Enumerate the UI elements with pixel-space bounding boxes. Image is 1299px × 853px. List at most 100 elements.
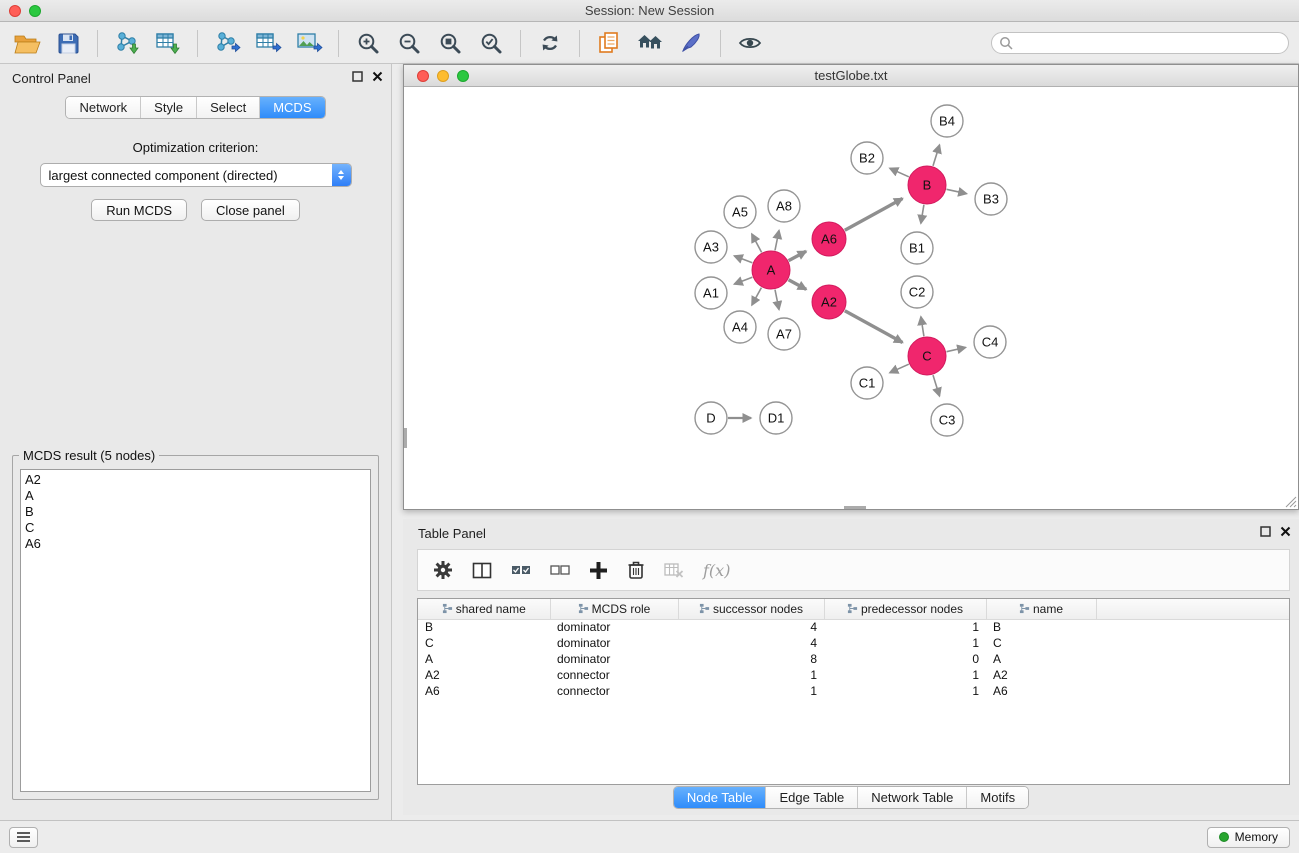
delete-column-button trash-icon[interactable] bbox=[627, 560, 645, 580]
resize-grip[interactable] bbox=[1285, 496, 1297, 508]
vertical-scroll-thumb[interactable] bbox=[404, 428, 407, 448]
graph-edge-A-A1[interactable] bbox=[734, 277, 752, 284]
network-canvas[interactable]: ABCA2A6A1A3A4A5A7A8B1B2B3B4C1C2C3C4DD1 bbox=[404, 88, 1298, 509]
table-tab-network-table[interactable]: Network Table bbox=[857, 787, 966, 808]
graph-edge-A2-C[interactable] bbox=[845, 311, 903, 343]
table-row-c[interactable]: Cdominator41C bbox=[418, 635, 1289, 651]
graph-node-C1[interactable]: C1 bbox=[851, 367, 883, 399]
table-cell[interactable]: 1 bbox=[824, 667, 986, 683]
table-row-a6[interactable]: A6connector11A6 bbox=[418, 683, 1289, 699]
export-network-button[interactable] bbox=[210, 27, 244, 59]
graph-node-A1[interactable]: A1 bbox=[695, 277, 727, 309]
table-cell[interactable]: 0 bbox=[824, 651, 986, 667]
table-cell[interactable]: A6 bbox=[418, 683, 550, 699]
graph-node-A[interactable]: A bbox=[752, 251, 790, 289]
table-cell[interactable]: dominator bbox=[550, 635, 678, 651]
home-button[interactable] bbox=[633, 27, 667, 59]
table-row-a2[interactable]: A2connector11A2 bbox=[418, 667, 1289, 683]
graph-node-D1[interactable]: D1 bbox=[760, 402, 792, 434]
annotation-pen-button[interactable] bbox=[674, 27, 708, 59]
graph-node-A5[interactable]: A5 bbox=[724, 196, 756, 228]
show-columns-button columns-icon[interactable] bbox=[472, 561, 492, 580]
graph-edge-A-A6[interactable] bbox=[789, 251, 807, 260]
graph-edge-A-A8[interactable] bbox=[775, 231, 779, 251]
graph-edge-A-A4[interactable] bbox=[752, 288, 762, 305]
graph-node-A3[interactable]: A3 bbox=[695, 231, 727, 263]
table-cell[interactable]: connector bbox=[550, 683, 678, 699]
table-cell[interactable]: A2 bbox=[986, 667, 1096, 683]
graph-node-A7[interactable]: A7 bbox=[768, 318, 800, 350]
graph-node-A4[interactable]: A4 bbox=[724, 311, 756, 343]
table-row-b[interactable]: Bdominator41B bbox=[418, 619, 1289, 635]
table-cell[interactable]: 1 bbox=[678, 667, 824, 683]
column-header-name[interactable]: name bbox=[986, 599, 1096, 619]
network-graph[interactable]: ABCA2A6A1A3A4A5A7A8B1B2B3B4C1C2C3C4DD1 bbox=[404, 88, 1298, 510]
column-header-predecessor-nodes[interactable]: predecessor nodes bbox=[824, 599, 986, 619]
memory-button[interactable]: Memory bbox=[1207, 827, 1290, 848]
table-cell[interactable]: dominator bbox=[550, 651, 678, 667]
table-cell[interactable]: 4 bbox=[678, 635, 824, 651]
graph-edge-B-B2[interactable] bbox=[890, 168, 909, 177]
zoom-fit-button[interactable] bbox=[433, 27, 467, 59]
control-tab-network[interactable]: Network bbox=[66, 97, 140, 118]
graph-edge-C-C3[interactable] bbox=[933, 375, 940, 396]
run-mcds-button[interactable]: Run MCDS bbox=[91, 199, 187, 221]
table-cell[interactable]: 1 bbox=[824, 683, 986, 699]
horizontal-scroll-thumb[interactable] bbox=[844, 506, 866, 509]
float-panel-button[interactable] bbox=[352, 71, 363, 82]
table-cell[interactable]: A bbox=[986, 651, 1096, 667]
open-file-button[interactable] bbox=[10, 27, 44, 59]
table-tab-motifs[interactable]: Motifs bbox=[966, 787, 1028, 808]
graph-node-B2[interactable]: B2 bbox=[851, 142, 883, 174]
select-all-rows-button select-all-icon[interactable] bbox=[511, 565, 531, 575]
table-cell[interactable]: 8 bbox=[678, 651, 824, 667]
graph-edge-B-B3[interactable] bbox=[947, 189, 967, 193]
table-row-a[interactable]: Adominator80A bbox=[418, 651, 1289, 667]
table-cell[interactable]: 1 bbox=[678, 683, 824, 699]
graph-node-B4[interactable]: B4 bbox=[931, 105, 963, 137]
deselect-all-rows-button deselect-all-icon[interactable] bbox=[550, 565, 570, 575]
network-window-titlebar[interactable]: testGlobe.txt bbox=[404, 65, 1298, 87]
save-session-button[interactable] bbox=[51, 27, 85, 59]
column-header-mcds-role[interactable]: MCDS role bbox=[550, 599, 678, 619]
graph-edge-C-C4[interactable] bbox=[947, 347, 966, 351]
graph-edge-B-B4[interactable] bbox=[933, 145, 940, 166]
show-panels-button[interactable] bbox=[9, 827, 38, 848]
graph-edge-A-A7[interactable] bbox=[775, 290, 779, 310]
table-cell[interactable]: 1 bbox=[824, 635, 986, 651]
float-table-panel-button[interactable] bbox=[1260, 526, 1271, 537]
mcds-result-item-a6[interactable]: A6 bbox=[21, 536, 370, 552]
graph-edge-A-A5[interactable] bbox=[752, 234, 762, 252]
optimization-criterion-select[interactable]: largest connected component (directed) bbox=[40, 163, 352, 187]
table-cell[interactable]: A2 bbox=[418, 667, 550, 683]
control-tab-mcds[interactable]: MCDS bbox=[259, 97, 324, 118]
graph-edge-A6-B[interactable] bbox=[845, 199, 903, 231]
table-cell[interactable]: 1 bbox=[824, 619, 986, 635]
table-cell[interactable]: B bbox=[418, 619, 550, 635]
column-header-shared-name[interactable]: shared name bbox=[418, 599, 550, 619]
column-header-successor-nodes[interactable]: successor nodes bbox=[678, 599, 824, 619]
table-cell[interactable]: connector bbox=[550, 667, 678, 683]
table-cell[interactable]: A6 bbox=[986, 683, 1096, 699]
import-network-button[interactable] bbox=[110, 27, 144, 59]
control-tab-style[interactable]: Style bbox=[140, 97, 196, 118]
table-cell[interactable]: 4 bbox=[678, 619, 824, 635]
graph-node-B3[interactable]: B3 bbox=[975, 183, 1007, 215]
table-settings-button gear-icon[interactable] bbox=[433, 560, 453, 580]
close-panel-button[interactable] bbox=[372, 71, 383, 82]
mcds-result-item-a2[interactable]: A2 bbox=[21, 472, 370, 488]
graph-node-A8[interactable]: A8 bbox=[768, 190, 800, 222]
table-cell[interactable]: C bbox=[418, 635, 550, 651]
zoom-out-button[interactable] bbox=[392, 27, 426, 59]
graph-node-C4[interactable]: C4 bbox=[974, 326, 1006, 358]
mcds-result-list[interactable]: A2ABCA6 bbox=[20, 469, 371, 792]
delete-table-button table-delete-icon[interactable] bbox=[664, 561, 684, 579]
function-builder-button fx-icon[interactable]: f(x) bbox=[703, 561, 730, 580]
table-cell[interactable]: dominator bbox=[550, 619, 678, 635]
table-tab-edge-table[interactable]: Edge Table bbox=[765, 787, 857, 808]
graph-node-D[interactable]: D bbox=[695, 402, 727, 434]
graph-edge-A-A2[interactable] bbox=[789, 280, 807, 290]
import-table-button[interactable] bbox=[151, 27, 185, 59]
close-table-panel-button[interactable] bbox=[1280, 526, 1291, 537]
close-panel-button-bottom[interactable]: Close panel bbox=[201, 199, 300, 221]
